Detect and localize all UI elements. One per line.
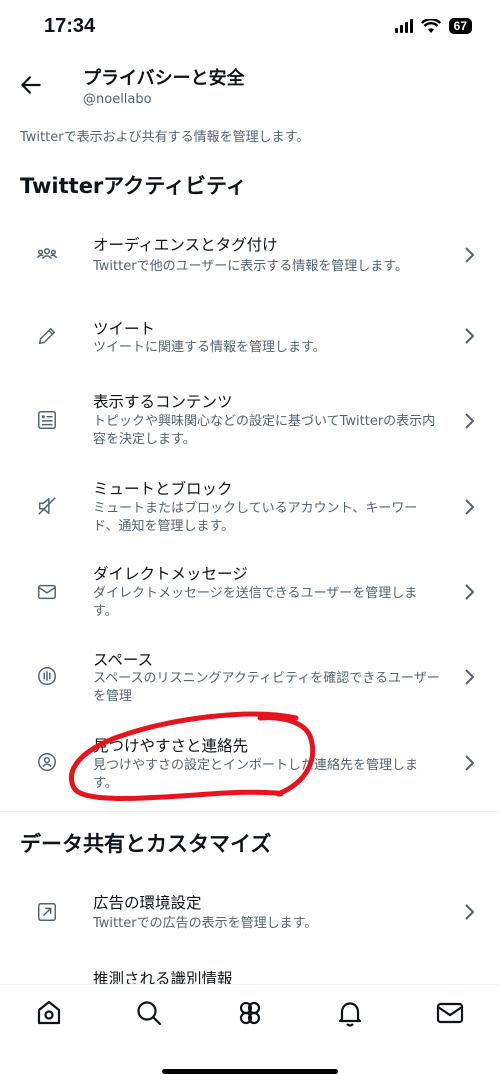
settings-item-title: ミュートとブロック bbox=[93, 480, 233, 498]
battery-indicator: 67 bbox=[448, 18, 472, 34]
settings-item-title: オーディエンスとタグ付け bbox=[93, 236, 278, 254]
chevron-right-icon bbox=[465, 755, 475, 771]
person-circle-icon bbox=[38, 753, 56, 771]
settings-item-mute-block[interactable]: ミュートとブロック ミュートまたはブロックしているアカウント、キーワード、通知を… bbox=[0, 465, 500, 547]
settings-item-subtitle: ミュートまたはブロックしているアカウント、キーワード、通知を管理します。 bbox=[93, 501, 418, 534]
settings-item-tweets[interactable]: ツイート ツイートに関連する情報を管理します。 bbox=[0, 300, 500, 372]
settings-item-subtitle: ツイートに関連する情報を管理します。 bbox=[93, 340, 326, 355]
chevron-right-icon bbox=[465, 904, 475, 920]
chevron-right-icon bbox=[465, 247, 475, 263]
settings-item-title: 広告の環境設定 bbox=[93, 894, 202, 912]
settings-item-subtitle: トピックや興味関心などの設定に基づいてTwitterの表示内容を決定します。 bbox=[93, 414, 436, 447]
content-list-icon bbox=[38, 411, 56, 429]
settings-item-subtitle: スペースのリスニングアクティビティを確認できるユーザーを管理 bbox=[93, 671, 440, 704]
chevron-right-icon bbox=[465, 584, 475, 600]
signal-icon bbox=[394, 19, 413, 33]
page-description: Twitterで表示および共有する情報を管理します。 bbox=[20, 130, 310, 145]
audience-icon bbox=[36, 248, 58, 260]
account-handle: @noellabo bbox=[83, 92, 152, 107]
chevron-right-icon bbox=[465, 669, 475, 685]
bell-icon[interactable] bbox=[334, 997, 366, 1029]
settings-item-direct-messages[interactable]: ダイレクトメッセージ ダイレクトメッセージを送信できるユーザーを管理します。 bbox=[0, 550, 500, 632]
status-icons: 67 bbox=[394, 18, 472, 34]
settings-item-audience[interactable]: オーディエンスとタグ付け Twitterで他のユーザーに表示する情報を管理します… bbox=[0, 218, 500, 300]
header: プライバシーと安全 @noellabo bbox=[0, 56, 500, 116]
chevron-right-icon bbox=[465, 499, 475, 515]
back-arrow-icon[interactable] bbox=[18, 72, 44, 98]
search-icon[interactable] bbox=[133, 997, 165, 1029]
section-title-data-sharing: データ共有とカスタマイズ bbox=[20, 832, 272, 856]
settings-item-ad-preferences[interactable]: 広告の環境設定 Twitterでの広告の表示を管理します。 bbox=[0, 876, 500, 958]
chevron-right-icon bbox=[465, 328, 475, 344]
bottom-tab-bar bbox=[0, 984, 500, 1082]
settings-item-title: ツイート bbox=[93, 320, 156, 338]
wifi-icon bbox=[420, 18, 441, 33]
page-title: プライバシーと安全 bbox=[83, 68, 245, 89]
settings-item-title: スペース bbox=[93, 651, 154, 669]
spaces-microphone-icon bbox=[38, 667, 56, 685]
section-divider bbox=[0, 811, 500, 812]
settings-item-subtitle: Twitterでの広告の表示を管理します。 bbox=[93, 916, 318, 931]
chevron-right-icon bbox=[465, 413, 475, 429]
settings-item-spaces[interactable]: スペース スペースのリスニングアクティビティを確認できるユーザーを管理 bbox=[0, 636, 500, 718]
home-icon[interactable] bbox=[33, 997, 65, 1029]
section-title-activity: Twitterアクティビティ bbox=[20, 174, 247, 198]
status-bar: 17:34 67 bbox=[0, 0, 500, 56]
external-link-box-icon bbox=[38, 903, 56, 921]
settings-item-title: 表示するコンテンツ bbox=[93, 393, 233, 411]
mute-icon bbox=[38, 497, 56, 515]
settings-item-subtitle: Twitterで他のユーザーに表示する情報を管理します。 bbox=[93, 259, 409, 274]
home-indicator bbox=[162, 1069, 338, 1074]
messages-icon[interactable] bbox=[434, 997, 466, 1029]
envelope-icon bbox=[38, 584, 56, 600]
settings-item-content[interactable]: 表示するコンテンツ トピックや興味関心などの設定に基づいてTwitterの表示内… bbox=[0, 380, 500, 462]
status-time: 17:34 bbox=[44, 15, 96, 37]
settings-item-title: ダイレクトメッセージ bbox=[93, 565, 248, 583]
annotation-circle bbox=[68, 711, 316, 801]
pencil-icon bbox=[38, 327, 56, 345]
communities-icon[interactable] bbox=[234, 997, 266, 1029]
settings-item-subtitle: ダイレクトメッセージを送信できるユーザーを管理します。 bbox=[93, 586, 418, 619]
